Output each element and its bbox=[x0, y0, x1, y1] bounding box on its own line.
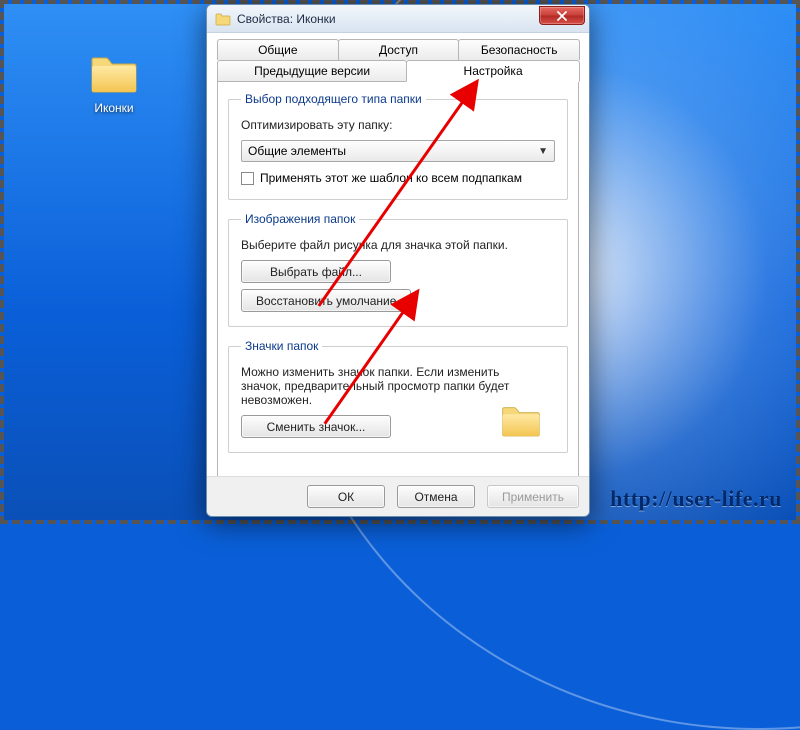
folder-preview-icon bbox=[501, 404, 541, 438]
folder-icon bbox=[215, 12, 231, 26]
desktop-folder-label: Иконки bbox=[74, 101, 154, 115]
desktop-folder-icon[interactable]: Иконки bbox=[74, 54, 154, 115]
apply-button: Применить bbox=[487, 485, 579, 508]
apply-to-subfolders-label: Применять этот же шаблон ко всем подпапк… bbox=[260, 171, 522, 185]
group-folder-pictures: Изображения папок Выберите файл рисунка … bbox=[228, 212, 568, 327]
dialog-button-bar: ОК Отмена Применить bbox=[207, 476, 589, 516]
properties-dialog: Свойства: Иконки Общие Доступ Безопаснос… bbox=[206, 4, 590, 517]
folder-template-dropdown[interactable]: Общие элементы ▼ bbox=[241, 140, 555, 162]
close-icon bbox=[557, 11, 567, 21]
choose-file-button[interactable]: Выбрать файл... bbox=[241, 260, 391, 283]
group-folder-type: Выбор подходящего типа папки Оптимизиров… bbox=[228, 92, 568, 200]
folder-icon bbox=[90, 54, 138, 94]
tab-sharing[interactable]: Доступ bbox=[338, 39, 460, 60]
tab-panel-customize: Выбор подходящего типа папки Оптимизиров… bbox=[217, 81, 579, 476]
tab-previous-versions[interactable]: Предыдущие версии bbox=[217, 60, 407, 81]
optimize-label: Оптимизировать эту папку: bbox=[241, 118, 555, 132]
close-button[interactable] bbox=[539, 6, 585, 25]
tab-strip: Общие Доступ Безопасность Предыдущие вер… bbox=[217, 39, 579, 81]
group-folder-icons-legend: Значки папок bbox=[241, 339, 322, 353]
folder-icons-subtext: Можно изменить значок папки. Если измени… bbox=[241, 365, 531, 407]
dropdown-value: Общие элементы bbox=[248, 144, 346, 158]
apply-to-subfolders-checkbox[interactable] bbox=[241, 172, 254, 185]
chevron-down-icon: ▼ bbox=[538, 146, 548, 157]
tab-security[interactable]: Безопасность bbox=[458, 39, 580, 60]
group-folder-pictures-legend: Изображения папок bbox=[241, 212, 359, 226]
tab-general[interactable]: Общие bbox=[217, 39, 339, 60]
titlebar[interactable]: Свойства: Иконки bbox=[207, 5, 589, 33]
ok-button[interactable]: ОК bbox=[307, 485, 385, 508]
tab-customize[interactable]: Настройка bbox=[406, 60, 580, 82]
change-icon-button[interactable]: Сменить значок... bbox=[241, 415, 391, 438]
group-folder-type-legend: Выбор подходящего типа папки bbox=[241, 92, 426, 106]
group-folder-icons: Значки папок Можно изменить значок папки… bbox=[228, 339, 568, 453]
window-title: Свойства: Иконки bbox=[237, 12, 533, 26]
restore-default-button[interactable]: Восстановить умолчание bbox=[241, 289, 411, 312]
folder-pictures-subtext: Выберите файл рисунка для значка этой па… bbox=[241, 238, 555, 252]
cancel-button[interactable]: Отмена bbox=[397, 485, 475, 508]
